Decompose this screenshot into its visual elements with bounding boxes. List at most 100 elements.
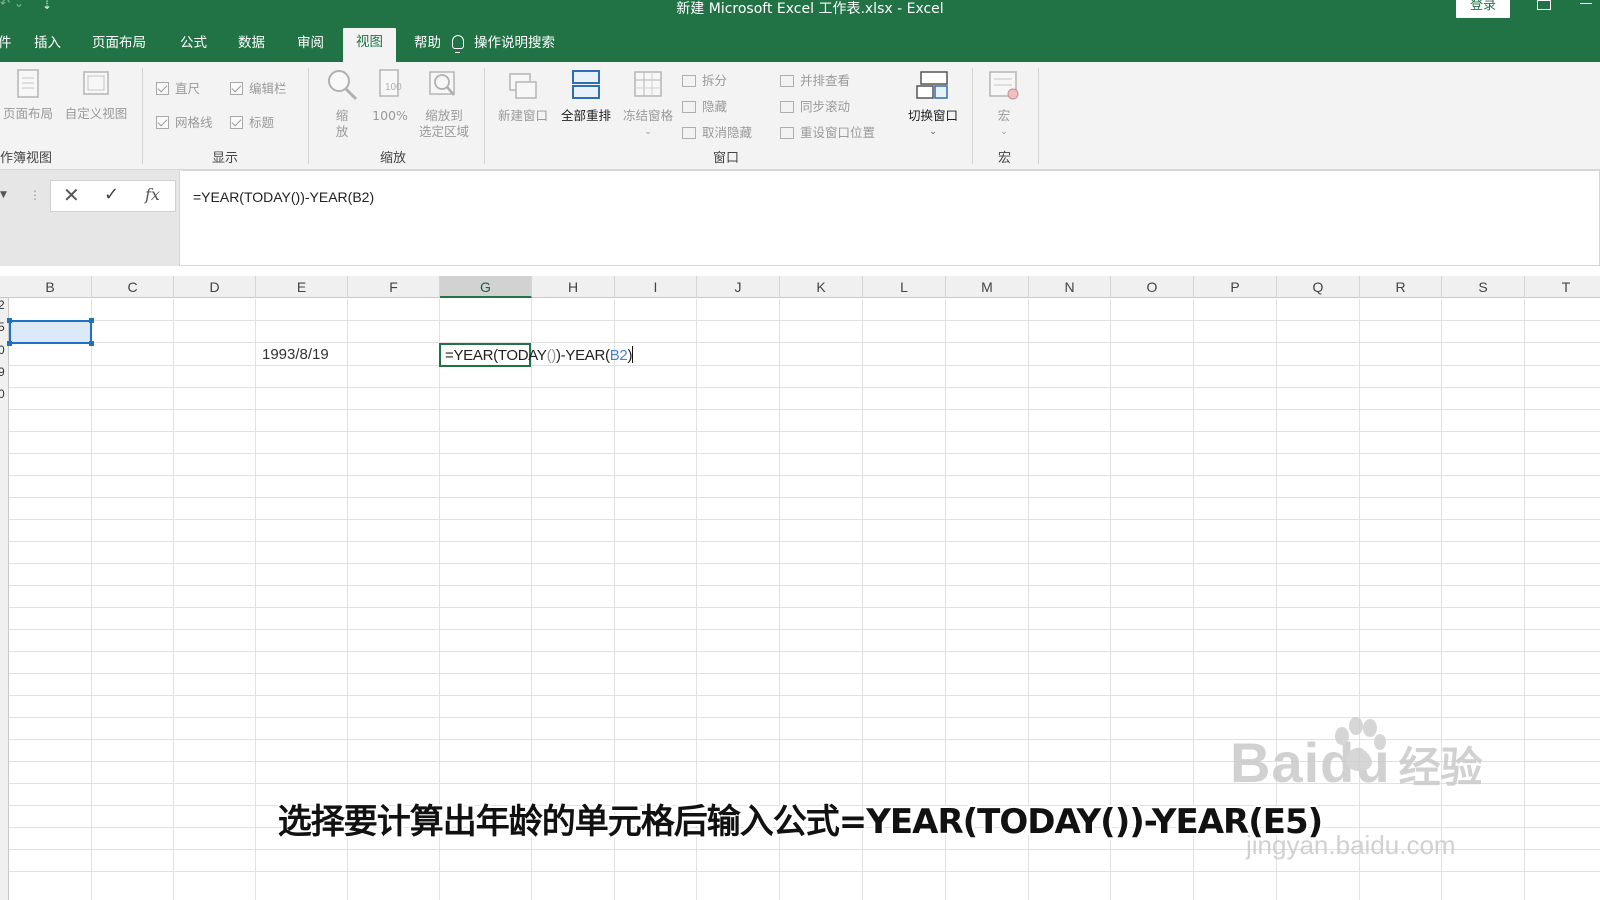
name-box-area: ▼ ⋮ ✕ ✓ fx: [0, 170, 180, 266]
arrange-all-button[interactable]: 全部重排: [555, 68, 617, 124]
group-divider: [484, 68, 485, 164]
ribbon-display-options-icon[interactable]: [1537, 0, 1551, 10]
tab-data[interactable]: 数据: [238, 30, 265, 62]
column-header-i[interactable]: I: [615, 276, 697, 298]
chevron-down-icon: ⌄: [1000, 127, 1008, 137]
zoom-to-selection-button[interactable]: 缩放到 选定区域: [414, 68, 474, 140]
column-header-h[interactable]: H: [532, 276, 615, 298]
zoom-label-line1: 缩: [335, 108, 349, 123]
tab-file-fragment[interactable]: 件: [0, 30, 12, 62]
reset-window-position-button[interactable]: 重设窗口位置: [780, 122, 875, 141]
tab-view[interactable]: 视图: [343, 28, 396, 62]
minimize-icon[interactable]: [1580, 0, 1592, 4]
group-label-workbook-views: 作簿视图: [0, 151, 53, 166]
row-number[interactable]: 5: [0, 320, 5, 334]
sync-scroll-button[interactable]: 同步滚动: [780, 96, 850, 115]
tab-page-layout[interactable]: 页面布局: [92, 30, 146, 62]
zoom-100-button[interactable]: 100 100%: [368, 68, 412, 124]
page-layout-icon: [17, 69, 39, 98]
login-button[interactable]: 登录: [1456, 0, 1510, 18]
document-title: 新建 Microsoft Excel 工作表.xlsx - Excel: [676, 1, 944, 17]
hide-label: 隐藏: [702, 99, 728, 114]
gridlines-checkbox[interactable]: 网格线: [156, 112, 213, 131]
tab-formulas[interactable]: 公式: [180, 30, 207, 62]
custom-views-button[interactable]: 自定义视图: [60, 68, 132, 122]
switch-windows-button[interactable]: 切换窗口 ⌄: [902, 68, 964, 140]
column-header-r[interactable]: R: [1360, 276, 1442, 298]
freeze-panes-button[interactable]: 冻结窗格 ⌄: [617, 68, 679, 140]
zoom-selection-line1: 缩放到: [425, 108, 463, 123]
headings-checkbox[interactable]: 标题: [230, 112, 274, 131]
formula-input[interactable]: =YEAR(TODAY())-YEAR(B2): [181, 170, 1600, 266]
column-header-j[interactable]: J: [697, 276, 780, 298]
tab-insert[interactable]: 插入: [34, 30, 61, 62]
row-number[interactable]: 0: [0, 387, 5, 401]
column-header-l[interactable]: L: [863, 276, 946, 298]
column-header-c[interactable]: C: [92, 276, 174, 298]
hide-button[interactable]: 隐藏: [682, 96, 727, 115]
arrange-all-label: 全部重排: [560, 108, 611, 123]
formula-bar-resize-handle[interactable]: ⋮: [29, 188, 41, 202]
video-subtitle: 选择要计算出年龄的单元格后输入公式=YEAR(TODAY())-YEAR(E5): [277, 802, 1323, 842]
active-cell-formula[interactable]: =YEAR(TODAY())-YEAR(B2): [445, 346, 634, 364]
column-header-p[interactable]: P: [1194, 276, 1277, 298]
formula-bar-checkbox[interactable]: 编辑栏: [230, 78, 287, 97]
split-button[interactable]: 拆分: [682, 70, 727, 89]
reset-position-icon: [780, 127, 794, 139]
column-header-b[interactable]: B: [9, 276, 92, 298]
unhide-label: 取消隐藏: [702, 125, 753, 140]
gridlines-label: 网格线: [175, 115, 213, 130]
page-layout-label: 页面布局: [2, 106, 53, 121]
resize-handle[interactable]: [89, 318, 94, 323]
sync-scroll-icon: [780, 101, 794, 113]
sync-scroll-label: 同步滚动: [800, 99, 851, 114]
side-by-side-label: 并排查看: [800, 73, 851, 88]
chevron-down-icon: ⌄: [644, 127, 652, 137]
column-headers: B C D E F G H I J K L M N O P Q R S T: [0, 276, 1600, 298]
column-header-g[interactable]: G: [440, 276, 532, 298]
resize-handle[interactable]: [7, 318, 12, 323]
row-number[interactable]: 9: [0, 365, 5, 379]
enter-check-icon[interactable]: ✓: [104, 184, 119, 205]
column-header-k[interactable]: K: [780, 276, 863, 298]
ruler-checkbox[interactable]: 直尺: [156, 78, 200, 97]
tell-me-search[interactable]: 操作说明搜索: [452, 30, 555, 62]
hide-icon: [682, 101, 696, 113]
column-header-e[interactable]: E: [256, 276, 348, 298]
arrange-all-icon: [572, 70, 600, 99]
column-header-n[interactable]: N: [1029, 276, 1111, 298]
resize-handle[interactable]: [7, 341, 12, 346]
row-number[interactable]: 2: [0, 298, 5, 312]
name-box-dropdown-icon[interactable]: ▼: [0, 190, 10, 204]
row-number[interactable]: 0: [0, 343, 5, 357]
macros-label: 宏: [997, 108, 1011, 123]
page-layout-view-button[interactable]: 页面布局: [0, 68, 56, 122]
zoom-button[interactable]: 缩 放: [322, 68, 362, 140]
watermark-cn: 经验: [1398, 743, 1483, 792]
formula-part: =YEAR(TODAY: [445, 347, 547, 364]
resize-handle[interactable]: [89, 341, 94, 346]
column-header-s[interactable]: S: [1442, 276, 1525, 298]
tab-review[interactable]: 审阅: [297, 30, 324, 62]
column-header-m[interactable]: M: [946, 276, 1029, 298]
column-header-q[interactable]: Q: [1277, 276, 1360, 298]
ribbon-view: 页面布局 自定义视图 作簿视图 直尺 编辑栏 网格线 标题 显示 缩 放 100…: [0, 62, 1600, 170]
unhide-button[interactable]: 取消隐藏: [682, 122, 752, 141]
column-header-t[interactable]: T: [1525, 276, 1600, 298]
view-side-by-side-button[interactable]: 并排查看: [780, 70, 850, 89]
paw-logo-icon: [1335, 717, 1386, 772]
referenced-cell-highlight[interactable]: [7, 318, 94, 346]
new-window-button[interactable]: 新建窗口: [492, 68, 554, 124]
macros-button[interactable]: 宏 ⌄: [984, 68, 1024, 140]
headings-label: 标题: [249, 115, 275, 130]
insert-function-icon[interactable]: fx: [145, 185, 160, 204]
column-header-d[interactable]: D: [174, 276, 256, 298]
tab-help[interactable]: 帮助: [414, 30, 441, 62]
cancel-icon[interactable]: ✕: [63, 183, 80, 207]
cell-e4-value[interactable]: 1993/8/19: [262, 346, 329, 363]
lightbulb-icon: [452, 35, 464, 53]
column-header-o[interactable]: O: [1111, 276, 1194, 298]
column-header-f[interactable]: F: [348, 276, 440, 298]
split-label: 拆分: [702, 73, 728, 88]
group-divider: [142, 68, 143, 164]
